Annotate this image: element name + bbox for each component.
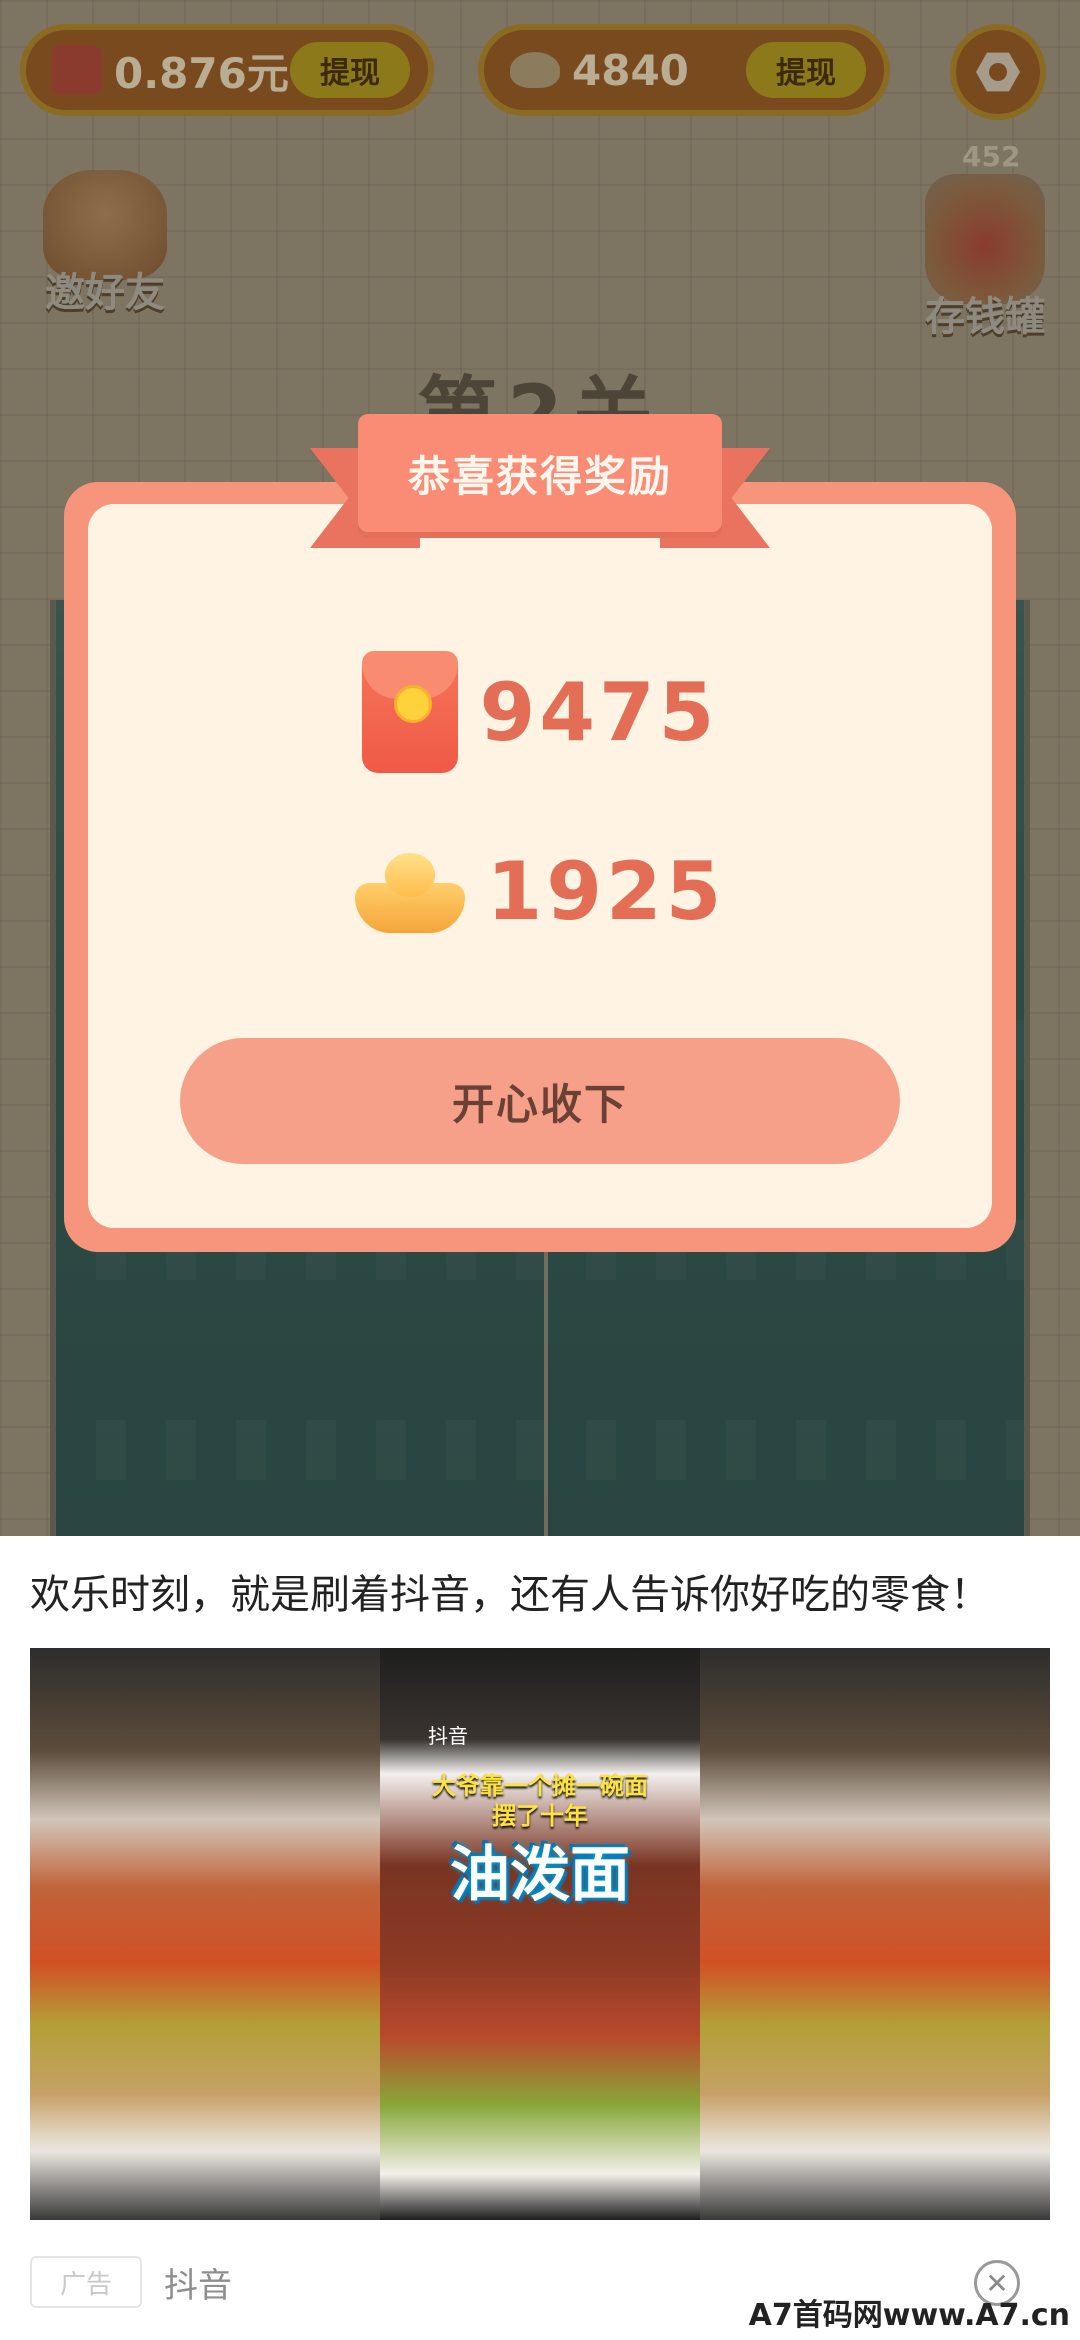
- ad-video-blur-left: [30, 1648, 380, 2220]
- invite-friends-button[interactable]: 邀好友: [30, 170, 180, 318]
- ad-video-blur-right: [700, 1648, 1050, 2220]
- redpacket-reward-amount: 9475: [479, 665, 719, 759]
- ad-title[interactable]: 欢乐时刻，就是刷着抖音，还有人告诉你好吃的零食！: [30, 1562, 990, 1620]
- gold-ingot-icon: [354, 849, 465, 933]
- piggy-bank-button[interactable]: 452 存钱罐: [900, 140, 1070, 342]
- gold-withdraw-button[interactable]: 提现: [746, 42, 866, 98]
- piggy-bank-count: 452: [962, 140, 1021, 173]
- piggy-bank-label: 存钱罐: [925, 294, 1045, 340]
- ad-video[interactable]: 抖音 大爷靠一个摊一碗面 摆了十年 油泼面: [30, 1648, 1050, 2220]
- red-packet-icon: [361, 651, 458, 773]
- ad-source: 抖音: [164, 2265, 232, 2306]
- gear-icon: [976, 52, 1020, 92]
- douyin-watermark: 抖音: [428, 1724, 468, 1748]
- water-wave: [56, 1420, 1024, 1480]
- settings-button[interactable]: [950, 24, 1046, 120]
- ad-video-frame: 抖音 大爷靠一个摊一碗面 摆了十年 油泼面: [380, 1648, 700, 2220]
- reward-ribbon-title: 恭喜获得奖励: [358, 414, 722, 532]
- video-big-title: 油泼面: [450, 1840, 630, 1910]
- cash-withdraw-button[interactable]: 提现: [290, 42, 410, 98]
- cash-balance-value: 0.876元: [114, 48, 289, 98]
- accept-reward-button[interactable]: 开心收下: [180, 1038, 900, 1164]
- site-watermark: A7首码网www.A7.cn: [748, 2298, 1070, 2333]
- red-packet-icon: [52, 45, 102, 95]
- redpacket-reward-row: 9475: [0, 650, 1080, 774]
- invite-label: 邀好友: [45, 270, 165, 316]
- cash-balance-pill: 0.876元 提现: [20, 24, 434, 116]
- gold-reward-amount: 1925: [486, 844, 726, 938]
- gold-reward-row: 1925: [0, 836, 1080, 946]
- ad-tag: 广告: [30, 2256, 142, 2308]
- ad-banner[interactable]: 欢乐时刻，就是刷着抖音，还有人告诉你好吃的零食！ 抖音 大爷靠一个摊一碗面 摆了…: [0, 1536, 1080, 2340]
- gold-balance-pill: 4840 提现: [478, 24, 890, 116]
- gold-ingot-icon: [510, 52, 560, 88]
- gold-balance-value: 4840: [572, 45, 689, 95]
